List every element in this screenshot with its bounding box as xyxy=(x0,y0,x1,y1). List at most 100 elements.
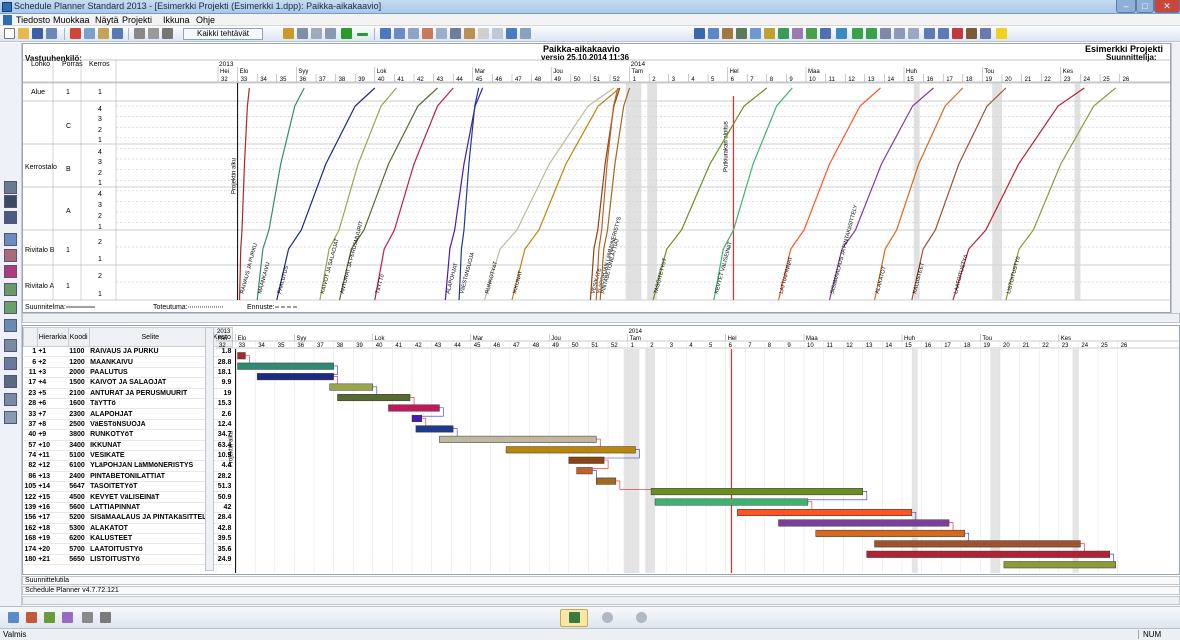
task-col-code[interactable]: Koodi xyxy=(67,327,90,347)
gantt-chart[interactable]: 2013 2014Hei Elo Syy Lok Mar Jou Tam Hel Maa Huh To… xyxy=(216,327,1180,573)
menu-tiedosto[interactable]: Tiedosto xyxy=(16,14,50,26)
link-tool-icon[interactable] xyxy=(4,319,17,332)
print-icon[interactable] xyxy=(134,28,145,39)
view-8-icon[interactable] xyxy=(792,28,803,39)
view-6-icon[interactable] xyxy=(764,28,775,39)
view-3-icon[interactable] xyxy=(722,28,733,39)
split-icon[interactable] xyxy=(325,28,336,39)
zoom-icon[interactable] xyxy=(836,28,847,39)
view-network-icon[interactable] xyxy=(8,612,19,623)
table-row[interactable]: 37 +8 2500 VäESTöNSUOJA 12.4 xyxy=(23,419,233,431)
view-gantt-icon[interactable] xyxy=(26,612,37,623)
table-row[interactable]: 168 +19 6200 KALUSTEET 39.5 xyxy=(23,533,233,545)
table-row[interactable]: 156 +17 5200 SISäMAALAUS JA PINTAKäSITTELY 2… xyxy=(23,512,233,524)
minimize-button[interactable]: ‒ xyxy=(1116,0,1136,13)
menu-projekti[interactable]: Projekti xyxy=(122,14,152,26)
brush-icon[interactable] xyxy=(464,28,475,39)
table-row[interactable]: 28 +6 1600 TäYTTö 15.3 xyxy=(23,398,233,410)
flag-icon[interactable] xyxy=(952,28,963,39)
table-row[interactable]: 139 +16 5600 LATTIAPINNAT 42 xyxy=(23,502,233,514)
table-row[interactable]: 57 +10 3400 IKKUNAT 63.4 xyxy=(23,440,233,451)
flowline-vertical-scrollbar[interactable] xyxy=(1171,43,1180,313)
histogram-tool-icon[interactable] xyxy=(4,265,17,278)
layout-tool-icon[interactable] xyxy=(4,211,17,224)
flowline-chart[interactable]: 2013 2014Hei Elo Syy Lok Mar Jou Tam Hel Maa Huh To… xyxy=(23,44,1170,312)
resource-tool-icon[interactable] xyxy=(4,249,17,262)
table-row[interactable]: 86 +13 2400 PINTABETONILATTIAT 28.2 xyxy=(23,471,233,483)
document-tool-icon[interactable] xyxy=(4,411,17,424)
menu-nayta[interactable]: Näytä xyxy=(95,14,119,26)
table-row[interactable]: 162 +18 5300 ALAKATOT 42.8 xyxy=(23,523,233,535)
export-tool-icon[interactable] xyxy=(4,393,17,406)
new-file-icon[interactable] xyxy=(4,28,15,39)
table-row[interactable]: 180 +21 5650 LISTOITUSTYö 24.9 xyxy=(23,554,233,566)
table-row[interactable]: 174 +20 5700 LAATOITUSTYö 35.6 xyxy=(23,543,233,555)
table-row[interactable]: 40 +9 3800 RUNKOTYöT 34.7 xyxy=(23,429,233,441)
list-tool-icon[interactable] xyxy=(4,195,17,208)
save-icon[interactable] xyxy=(32,28,43,39)
level-5-icon[interactable] xyxy=(908,28,919,39)
grid-tool-icon[interactable] xyxy=(4,283,17,296)
view-7-icon[interactable] xyxy=(778,28,789,39)
resource-icon[interactable] xyxy=(283,28,294,39)
table-row[interactable]: 6 +2 1200 MAANKAIVU 28.8 xyxy=(23,356,233,368)
cut-icon[interactable] xyxy=(70,28,81,39)
level-1-icon[interactable] xyxy=(852,28,863,39)
page-icon[interactable] xyxy=(478,28,489,39)
view-9-icon[interactable] xyxy=(806,28,817,39)
link-icon[interactable] xyxy=(297,28,308,39)
view-flowline-icon[interactable] xyxy=(44,612,55,623)
table-tool-icon[interactable] xyxy=(4,357,17,370)
flowline-tool-icon[interactable] xyxy=(4,233,17,246)
undo-icon[interactable] xyxy=(46,28,57,39)
table-row[interactable]: 23 +5 2100 ANTURAT JA PERUSMUURIT 19 xyxy=(23,388,233,399)
maximize-button[interactable]: □ xyxy=(1136,0,1154,13)
calendar-icon[interactable] xyxy=(506,28,517,39)
table-row[interactable]: 105 +14 5647 TASOITETYöT 51.3 xyxy=(23,481,233,493)
copy-icon[interactable] xyxy=(84,28,95,39)
document-view-icon[interactable] xyxy=(492,28,503,39)
settings-icon[interactable] xyxy=(980,28,991,39)
task-col-description[interactable]: Selite xyxy=(88,327,212,347)
level-3-icon[interactable] xyxy=(880,28,891,39)
gear-tool-icon[interactable] xyxy=(4,181,17,194)
unlink-icon[interactable] xyxy=(311,28,322,39)
pointer-icon[interactable] xyxy=(408,28,419,39)
menu-ohje[interactable]: Ohje xyxy=(196,14,215,26)
add-icon[interactable] xyxy=(341,28,352,39)
table-row[interactable]: 1 +1 1100 RAIVAUS JA PURKU 1.8 xyxy=(23,346,233,358)
task-col-hierarchy[interactable]: Hierarkia xyxy=(36,327,69,347)
task-filter-dropdown[interactable]: Kaikki tehtävät xyxy=(183,28,263,40)
pencil-icon[interactable] xyxy=(422,28,433,39)
view-5-icon[interactable] xyxy=(750,28,761,39)
view-1-icon[interactable] xyxy=(694,28,705,39)
print-preview-icon[interactable] xyxy=(148,28,159,39)
table-row[interactable]: 122 +15 4500 KEVYET VäLISEINäT 50.9 xyxy=(23,491,233,503)
view-report-icon[interactable] xyxy=(82,612,93,623)
eraser-icon[interactable] xyxy=(436,28,447,39)
flowline-horizontal-scrollbar[interactable] xyxy=(22,313,1180,323)
paste-icon[interactable] xyxy=(98,28,109,39)
view-2-icon[interactable] xyxy=(708,28,719,39)
remove-icon[interactable] xyxy=(357,33,368,36)
page-setup-icon[interactable] xyxy=(162,28,173,39)
open-folder-icon[interactable] xyxy=(18,28,29,39)
export-icon[interactable] xyxy=(966,28,977,39)
view-resource-icon[interactable] xyxy=(62,612,73,623)
gantt-horizontal-scrollbar[interactable] xyxy=(22,596,1180,605)
view-print-icon[interactable] xyxy=(100,612,111,623)
view-10-icon[interactable] xyxy=(820,28,831,39)
arrow-right-icon[interactable] xyxy=(938,28,949,39)
table-row[interactable]: 33 +7 2300 ALAPOHJAT 2.6 xyxy=(23,408,233,420)
chain-icon[interactable] xyxy=(450,28,461,39)
level-4-icon[interactable] xyxy=(894,28,905,39)
menu-muokkaa[interactable]: Muokkaa xyxy=(53,14,90,26)
network-tool-icon[interactable] xyxy=(4,301,17,314)
close-button[interactable]: ✕ xyxy=(1154,0,1180,13)
arrow-left-icon[interactable] xyxy=(924,28,935,39)
level-2-icon[interactable] xyxy=(866,28,877,39)
note-icon[interactable] xyxy=(996,28,1007,39)
print-tool-icon[interactable] xyxy=(4,339,17,352)
table-view-icon[interactable] xyxy=(380,28,391,39)
grid-view-icon[interactable] xyxy=(394,28,405,39)
